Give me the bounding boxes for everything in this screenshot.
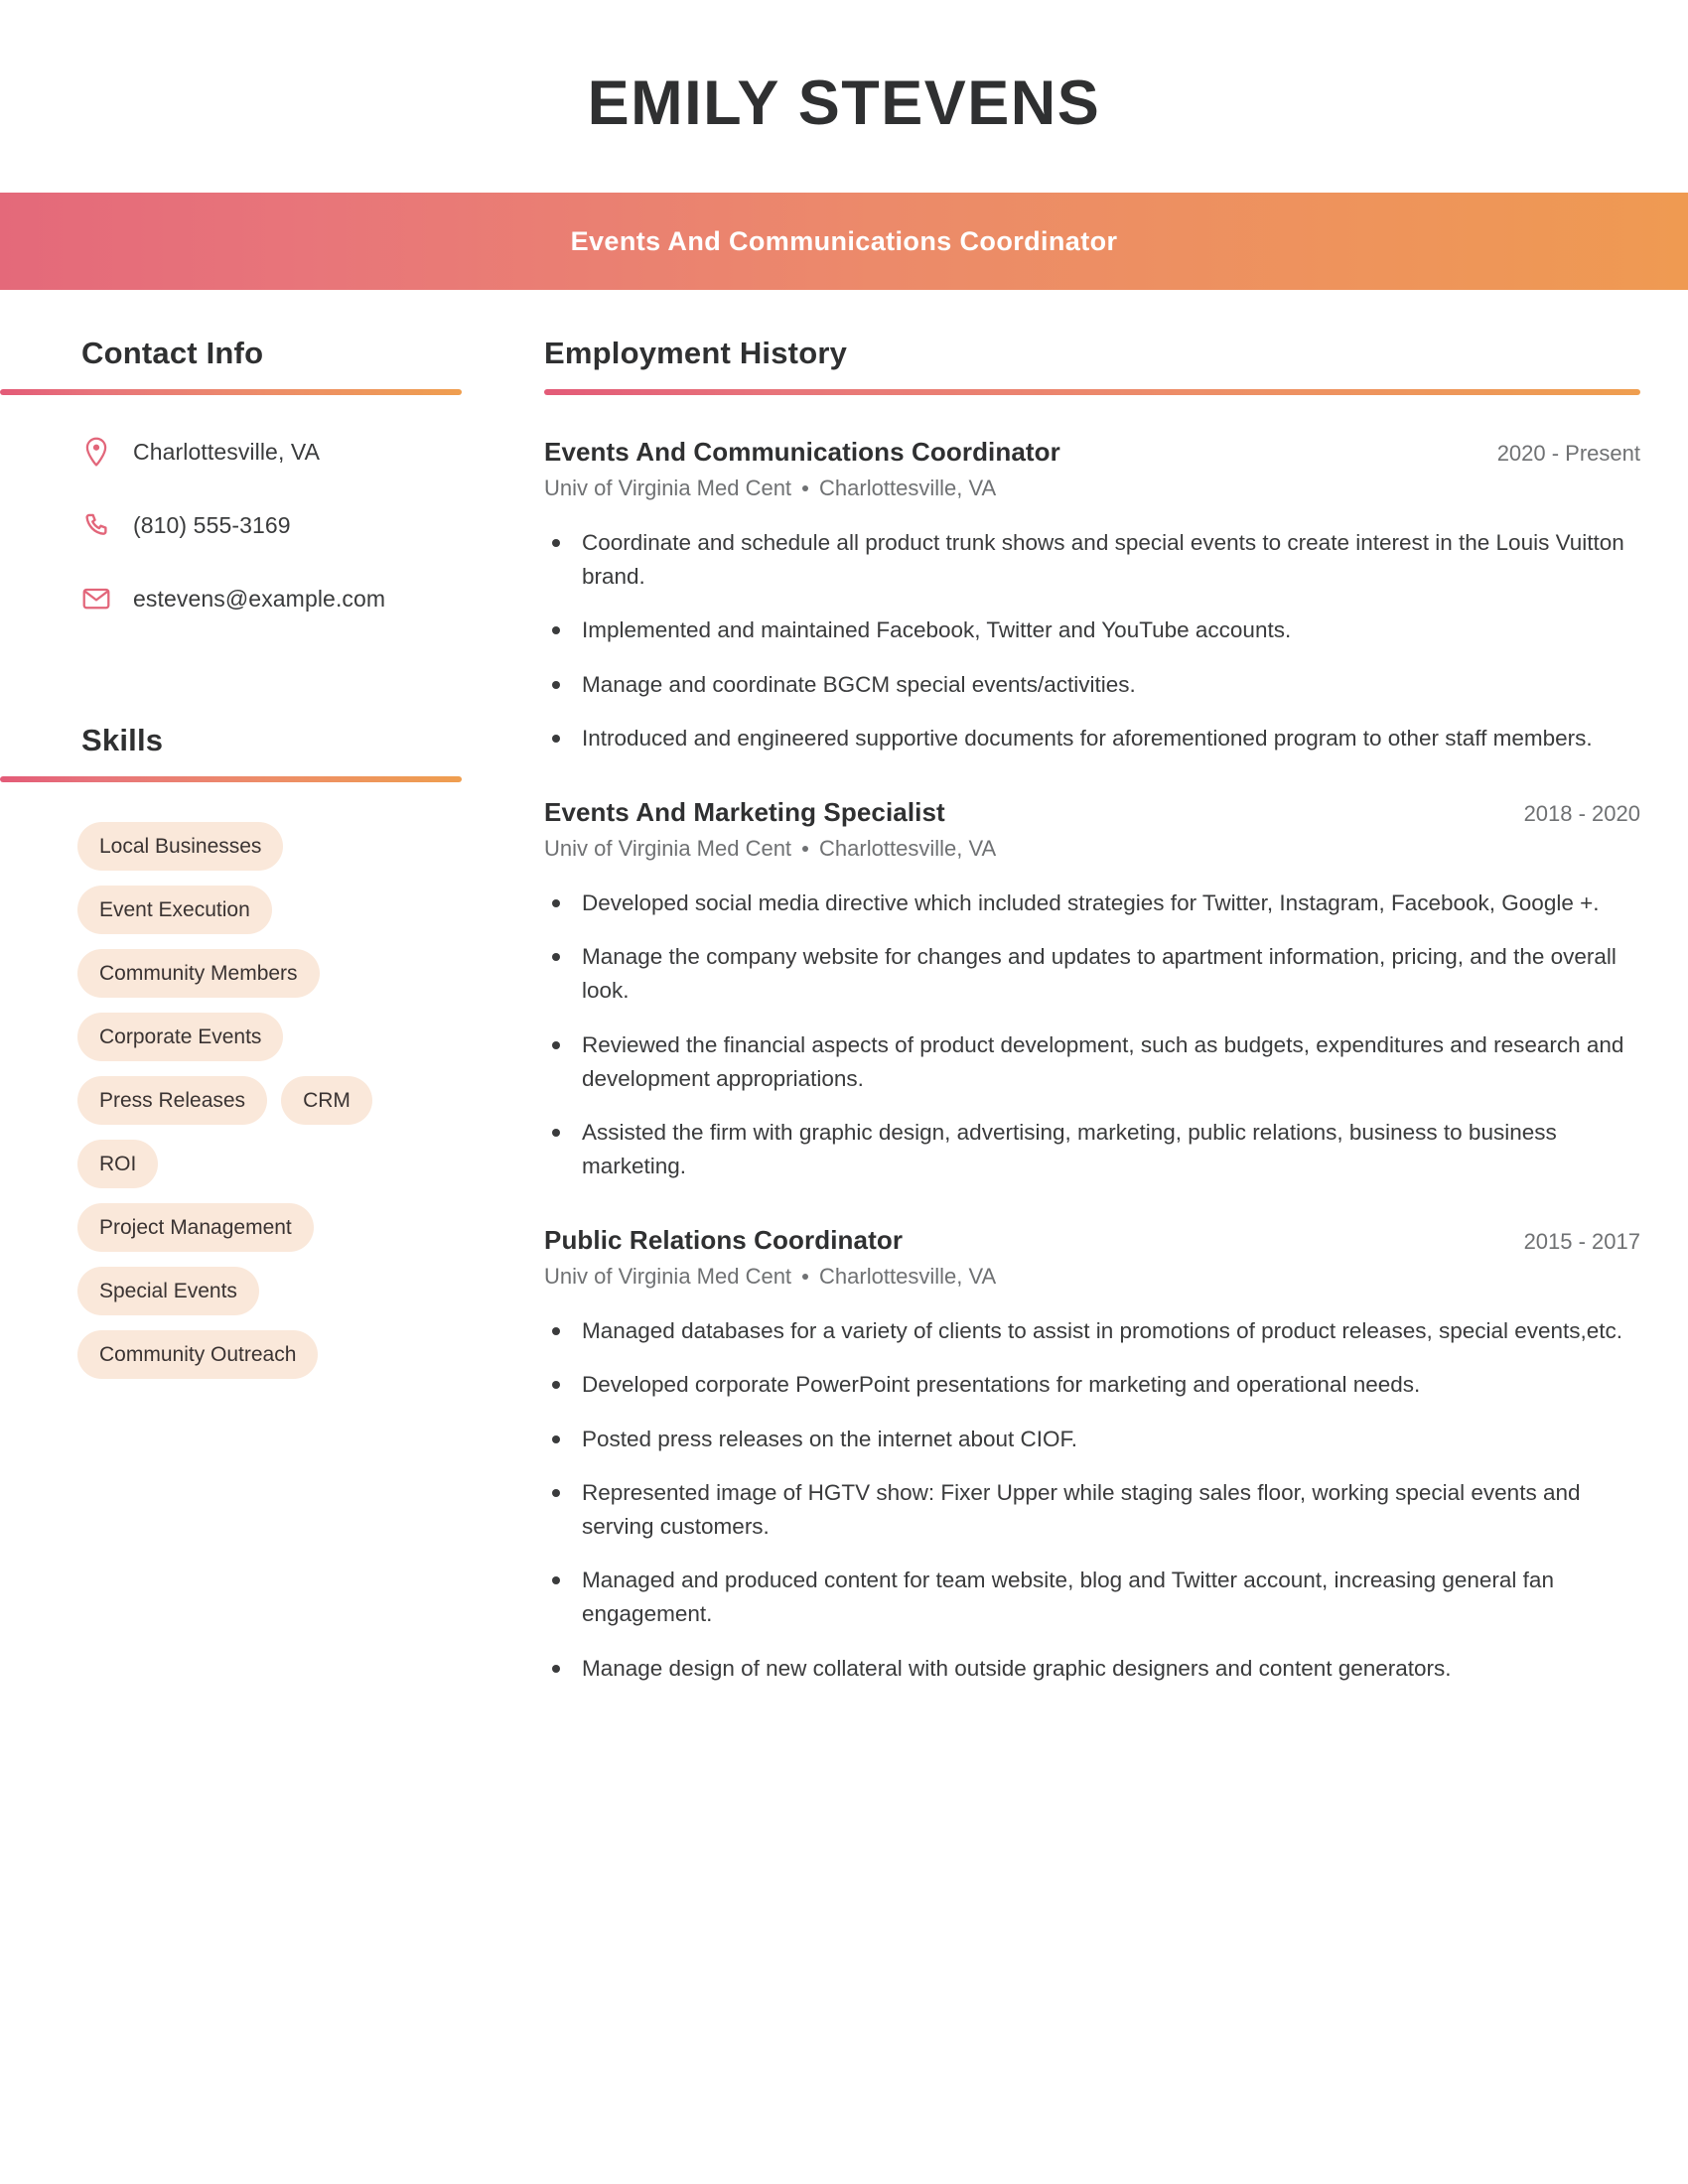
meta-separator-dot	[802, 845, 809, 852]
job-bullet: Manage the company website for changes a…	[544, 940, 1626, 1008]
resume-header: EMILY STEVENS	[0, 0, 1688, 193]
job-dates: 2018 - 2020	[1523, 800, 1640, 826]
skills-divider	[0, 776, 462, 782]
job-bullet: Developed corporate PowerPoint presentat…	[544, 1368, 1626, 1402]
job-headline: Events And Marketing Specialist 2018 - 20…	[544, 797, 1640, 828]
contact-info-divider	[0, 389, 462, 395]
job-bullet-list: Coordinate and schedule all product trun…	[544, 526, 1640, 755]
sidebar-column: Contact Info Charlottesville, VA (810) 5…	[0, 336, 487, 1379]
candidate-job-title: Events And Communications Coordinator	[570, 225, 1118, 256]
job-meta: Univ of Virginia Med Cent Charlottesville…	[544, 836, 1640, 862]
job-bullet: Managed and produced content for team we…	[544, 1564, 1626, 1631]
job-title: Public Relations Coordinator	[544, 1225, 904, 1256]
job-company: Univ of Virginia Med Cent	[544, 476, 792, 500]
job-headline: Events And Communications Coordinator 202…	[544, 437, 1640, 468]
job-location: Charlottesville, VA	[819, 1264, 997, 1290]
skills-section: Skills Local Businesses Event Execution Co…	[0, 723, 487, 1379]
skill-tag: Local Businesses	[77, 822, 284, 871]
job-bullet: Manage design of new collateral with out…	[544, 1652, 1626, 1686]
meta-separator-dot	[802, 485, 809, 491]
job-dates: 2020 - Present	[1496, 441, 1640, 466]
contact-phone-value: (810) 555-3169	[133, 511, 291, 538]
job-bullet: Coordinate and schedule all product trun…	[544, 526, 1626, 594]
skill-tag: ROI	[77, 1140, 159, 1188]
envelope-icon	[81, 584, 111, 614]
employment-history-heading: Employment History	[544, 336, 848, 370]
job-bullet: Managed databases for a variety of clien…	[544, 1314, 1626, 1348]
job-bullet: Implemented and maintained Facebook, Twi…	[544, 614, 1626, 647]
skill-tag: Event Execution	[77, 886, 272, 934]
contact-info-heading: Contact Info	[81, 336, 264, 370]
job-list: Events And Communications Coordinator 202…	[544, 437, 1640, 1686]
job-title: Events And Communications Coordinator	[544, 437, 1060, 467]
candidate-name: EMILY STEVENS	[587, 68, 1101, 138]
job-bullet: Represented image of HGTV show: Fixer Up…	[544, 1476, 1626, 1544]
skill-tag: Special Events	[77, 1267, 259, 1315]
job-bullet-list: Managed databases for a variety of clien…	[544, 1314, 1640, 1686]
employment-history-divider	[544, 389, 1640, 395]
location-pin-icon	[81, 437, 111, 467]
skill-tag: CRM	[281, 1076, 372, 1125]
contact-item-email[interactable]: estevens@example.com	[81, 584, 487, 614]
main-column: Employment History Events And Communicat…	[487, 336, 1688, 1727]
job-bullet: Introduced and engineered supportive doc…	[544, 722, 1626, 755]
skills-heading: Skills	[81, 723, 164, 757]
contact-item-phone[interactable]: (810) 555-3169	[81, 510, 487, 540]
meta-separator-dot	[802, 1274, 809, 1281]
skills-tag-list: Local Businesses Event Execution Community…	[0, 822, 417, 1379]
contact-location-value: Charlottesville, VA	[133, 438, 321, 465]
job-company: Univ of Virginia Med Cent	[544, 1264, 792, 1290]
skill-tag: Press Releases	[77, 1076, 268, 1125]
job-meta: Univ of Virginia Med Cent Charlottesville…	[544, 476, 1640, 501]
job-entry: Events And Marketing Specialist 2018 - 20…	[544, 797, 1640, 1183]
job-entry: Public Relations Coordinator 2015 - 2017 U…	[544, 1225, 1640, 1686]
skill-tag: Community Outreach	[77, 1330, 319, 1379]
job-bullet-list: Developed social media directive which i…	[544, 887, 1640, 1183]
job-title-band: Events And Communications Coordinator	[0, 193, 1688, 290]
job-dates: 2015 - 2017	[1523, 1229, 1640, 1255]
contact-item-location[interactable]: Charlottesville, VA	[81, 437, 487, 467]
job-bullet: Assisted the firm with graphic design, a…	[544, 1116, 1626, 1183]
job-bullet: Manage and coordinate BGCM special event…	[544, 668, 1626, 702]
job-meta: Univ of Virginia Med Cent Charlottesville…	[544, 1264, 1640, 1290]
job-company: Univ of Virginia Med Cent	[544, 835, 792, 861]
job-entry: Events And Communications Coordinator 202…	[544, 437, 1640, 755]
resume-page: EMILY STEVENS Events And Communications …	[0, 0, 1688, 2184]
job-location: Charlottesville, VA	[819, 835, 997, 861]
skill-tag: Corporate Events	[77, 1013, 284, 1061]
employment-history-section: Employment History Events And Communicat…	[544, 336, 1640, 1686]
job-title: Events And Marketing Specialist	[544, 796, 945, 827]
contact-info-section: Contact Info Charlottesville, VA (810) 5…	[0, 336, 487, 614]
job-location: Charlottesville, VA	[819, 476, 997, 500]
contact-email-value: estevens@example.com	[133, 585, 386, 612]
job-headline: Public Relations Coordinator 2015 - 2017	[544, 1225, 1640, 1256]
skill-tag: Project Management	[77, 1203, 314, 1252]
job-bullet: Posted press releases on the internet ab…	[544, 1423, 1626, 1456]
contact-list: Charlottesville, VA (810) 555-3169 estev…	[0, 437, 487, 614]
job-bullet: Developed social media directive which i…	[544, 887, 1626, 920]
phone-icon	[81, 510, 111, 540]
skill-tag: Community Members	[77, 949, 320, 998]
resume-body: Contact Info Charlottesville, VA (810) 5…	[0, 290, 1688, 1727]
job-bullet: Reviewed the financial aspects of produc…	[544, 1028, 1626, 1096]
